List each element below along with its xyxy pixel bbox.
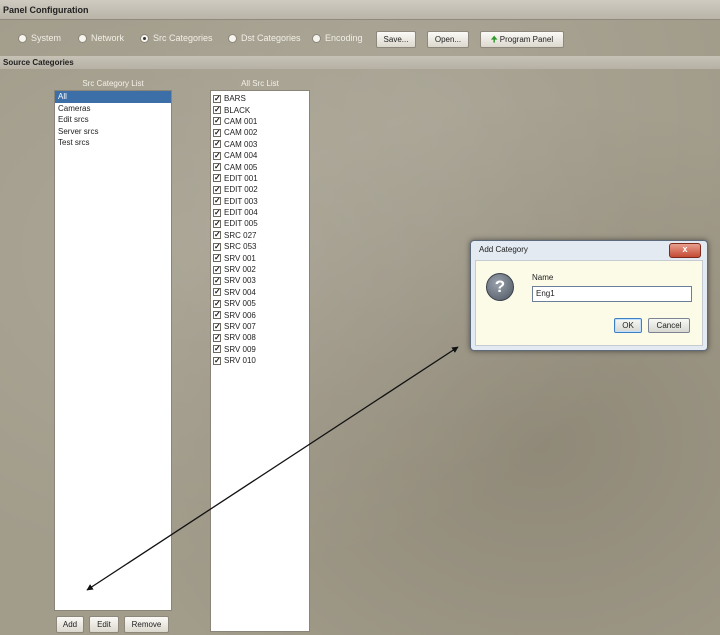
cancel-button[interactable]: Cancel (648, 318, 690, 333)
dialog-body: ? Name Eng1 OK Cancel (475, 260, 703, 346)
close-icon: x (682, 244, 688, 254)
add-category-dialog: Add Category x ? Name Eng1 OK Cancel (470, 240, 708, 351)
ok-button[interactable]: OK (614, 318, 642, 333)
close-button[interactable]: x (669, 243, 701, 258)
name-input[interactable]: Eng1 (532, 286, 692, 302)
dialog-title: Add Category (479, 245, 528, 254)
question-icon: ? (486, 273, 514, 301)
name-label: Name (532, 273, 554, 282)
